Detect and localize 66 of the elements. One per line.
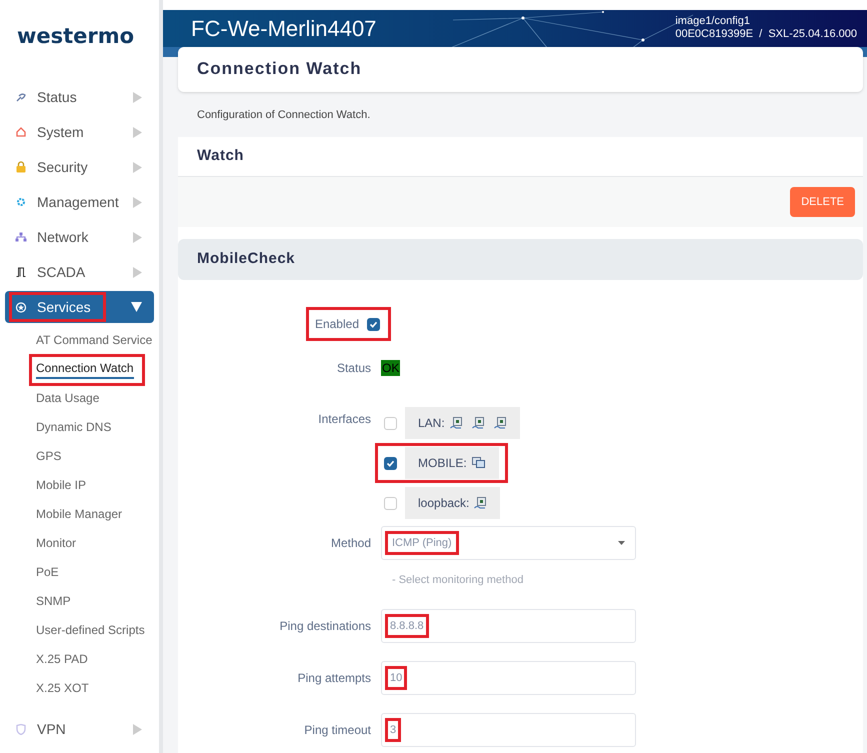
submenu-item[interactable]: X.25 PAD <box>36 651 88 668</box>
page-description: Configuration of Connection Watch. <box>196 108 372 122</box>
submenu-item[interactable]: User-defined Scripts <box>36 622 145 639</box>
settings-icon <box>15 197 27 207</box>
menu-item[interactable]: Network <box>5 221 154 253</box>
submenu-item[interactable]: GPS <box>36 448 62 465</box>
ethernet-port-icon <box>474 497 486 509</box>
shield-icon <box>15 724 27 734</box>
menu-item[interactable]: Security <box>5 151 154 183</box>
field-label: Ping destinations <box>278 618 372 635</box>
field-label: Interfaces <box>317 411 372 428</box>
menu-item[interactable]: Management <box>5 186 154 218</box>
field-label: Ping attempts <box>296 670 372 687</box>
network-icon <box>15 232 27 242</box>
status-badge: OK <box>381 360 400 376</box>
section-title: Watch <box>197 146 244 166</box>
menu-item[interactable]: System <box>5 116 154 148</box>
menu-item[interactable]: Status <box>5 81 154 113</box>
version-info: 00E0C819399E / SXL-25.04.16.000 <box>675 28 857 42</box>
field-label: Ping timeout <box>303 722 372 739</box>
field-label: Status <box>336 360 372 377</box>
device-name: FC-We-Merlin4407 <box>191 14 376 43</box>
interface-option[interactable]: LAN: <box>405 407 520 439</box>
config-name: image1/config1 <box>675 15 751 28</box>
ethernet-port-icon <box>450 417 462 429</box>
submenu-item[interactable]: Mobile IP <box>36 477 86 494</box>
annotation-frame: Services <box>9 292 106 322</box>
signal-pulse-icon <box>15 267 27 277</box>
checkmark-icon <box>369 320 378 328</box>
checkbox[interactable] <box>367 318 380 330</box>
submenu-item[interactable]: SNMP <box>36 593 71 610</box>
menu-item[interactable]: VPN <box>5 713 154 745</box>
field-label: Enabled <box>314 316 359 333</box>
home-icon <box>15 127 27 137</box>
submenu-item[interactable]: Dynamic DNS <box>36 419 112 436</box>
submenu-item[interactable]: Mobile Manager <box>36 506 122 523</box>
checkbox[interactable] <box>384 416 397 430</box>
page-title: Connection Watch <box>197 58 362 80</box>
menu-item[interactable]: SCADA <box>5 256 154 288</box>
lock-icon <box>15 161 27 173</box>
checkmark-icon <box>386 458 395 468</box>
submenu-item[interactable]: Connection Watch <box>36 360 134 379</box>
dropdown-caret-icon <box>618 541 625 545</box>
subsection-title: MobileCheck <box>197 249 296 270</box>
ethernet-port-icon <box>494 417 506 429</box>
gauge-icon <box>15 92 27 102</box>
submenu-item[interactable]: PoE <box>36 564 59 581</box>
text-input-field[interactable]: 3 <box>381 713 636 747</box>
ethernet-port-icon <box>472 417 484 429</box>
star-icon <box>15 302 27 312</box>
submenu-item[interactable]: AT Command Service <box>36 332 152 349</box>
submenu-item[interactable]: Data Usage <box>36 390 100 407</box>
submenu-item[interactable]: X.25 XOT <box>36 680 89 697</box>
checkbox[interactable] <box>384 496 397 510</box>
interface-option[interactable]: MOBILE: <box>405 447 499 479</box>
text-input-field[interactable]: 10 <box>381 661 636 695</box>
interface-option[interactable]: loopback: <box>405 487 500 519</box>
text-input-field[interactable]: 8.8.8.8 <box>381 609 636 643</box>
field-label: Method <box>330 535 372 552</box>
logo: westermo <box>16 26 136 47</box>
menu-item[interactable]: Services <box>5 291 154 323</box>
method-select[interactable]: ICMP (Ping) <box>381 526 636 560</box>
field-hint: - Select monitoring method <box>391 573 524 588</box>
monitors-icon <box>472 457 485 469</box>
checkbox[interactable] <box>384 456 397 470</box>
submenu-item[interactable]: Monitor <box>36 535 76 552</box>
